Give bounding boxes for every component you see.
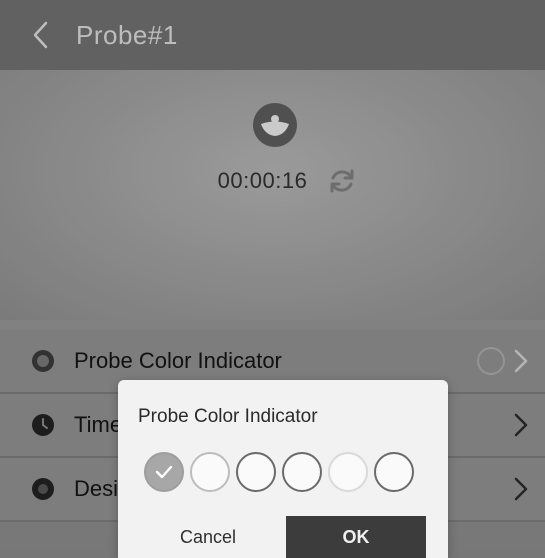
cancel-button[interactable]: Cancel <box>138 516 278 558</box>
color-option-gray[interactable] <box>144 452 184 492</box>
color-option-white-4[interactable] <box>328 452 368 492</box>
chevron-right-icon <box>514 349 528 373</box>
checkmark-icon <box>155 465 173 479</box>
screen: Probe#1 00:00:16 Probe Color Indicator T… <box>0 0 545 558</box>
setting-label: Time <box>74 412 123 437</box>
timer-icon <box>32 414 54 436</box>
setting-label: Probe Color Indicator <box>74 348 282 373</box>
page-title: Probe#1 <box>76 19 178 50</box>
color-options <box>144 452 414 492</box>
refresh-icon[interactable] <box>327 166 357 196</box>
probe-color-dialog: Probe Color Indicator Cancel OK <box>118 380 448 558</box>
elapsed-timer: 00:00:16 <box>217 168 308 193</box>
timer-row: 00:00:16 <box>0 166 545 196</box>
chevron-right-icon <box>514 413 528 437</box>
chevron-right-icon <box>514 477 528 501</box>
color-option-white-3[interactable] <box>282 452 322 492</box>
doneness-icon <box>32 478 54 500</box>
setting-label: Desi <box>74 476 119 501</box>
probe-status-panel: 00:00:16 <box>0 70 545 320</box>
back-button[interactable] <box>26 21 54 49</box>
color-option-white-1[interactable] <box>190 452 230 492</box>
probe-color-icon <box>32 350 54 372</box>
probe-icon <box>253 103 297 147</box>
color-option-white-5[interactable] <box>374 452 414 492</box>
dialog-title: Probe Color Indicator <box>138 406 318 427</box>
chevron-left-icon <box>33 21 48 49</box>
current-color-swatch <box>477 347 505 375</box>
dialog-actions: Cancel OK <box>118 516 448 558</box>
color-option-white-2[interactable] <box>236 452 276 492</box>
app-bar: Probe#1 <box>0 0 545 70</box>
ok-button[interactable]: OK <box>286 516 426 558</box>
